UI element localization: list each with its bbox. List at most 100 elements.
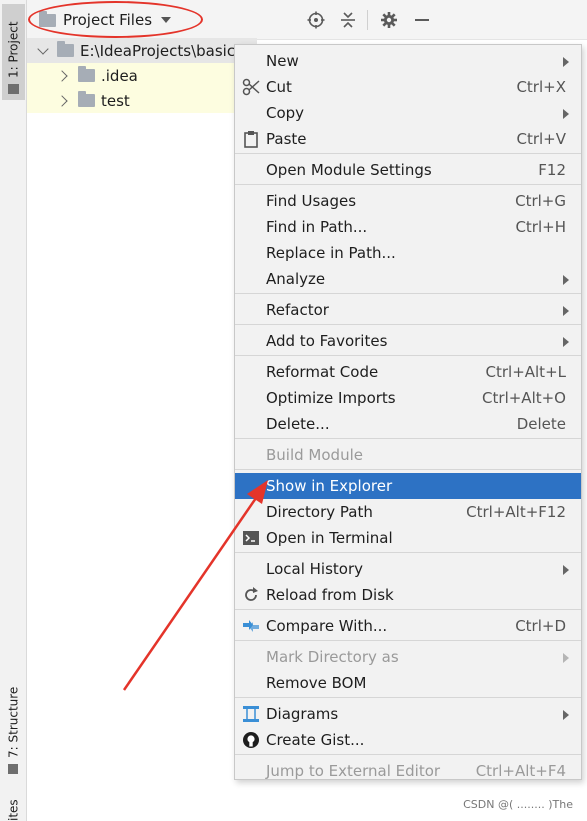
menu-item-shortcut: Ctrl+V <box>516 130 566 148</box>
menu-item-shortcut: Ctrl+X <box>516 78 566 96</box>
folder-icon <box>57 41 74 57</box>
project-view-header: Project Files <box>27 0 587 40</box>
menu-item-label: Find Usages <box>266 192 357 210</box>
menu-item-replace-in-path[interactable]: Replace in Path... <box>235 240 581 266</box>
scissors-icon <box>241 77 261 97</box>
menu-item-label: Optimize Imports <box>266 389 396 407</box>
menu-item-directory-path[interactable]: Directory Path Ctrl+Alt+F12 <box>235 499 581 525</box>
menu-item-label: Reload from Disk <box>266 586 394 604</box>
menu-item-reload-from-disk[interactable]: Reload from Disk <box>235 582 581 608</box>
menu-item-label: Replace in Path... <box>266 244 396 262</box>
github-icon <box>241 730 261 750</box>
menu-item-label: Jump to External Editor <box>266 762 441 780</box>
menu-item-shortcut: Ctrl+Alt+F12 <box>466 503 566 521</box>
menu-item-remove-bom[interactable]: Remove BOM <box>235 670 581 696</box>
menu-item-optimize-imports[interactable]: Optimize Imports Ctrl+Alt+O <box>235 385 581 411</box>
menu-item-delete[interactable]: Delete... Delete <box>235 411 581 437</box>
menu-item-label: Refactor <box>266 301 329 319</box>
menu-item-analyze[interactable]: Analyze <box>235 266 581 292</box>
submenu-arrow-icon <box>563 109 569 119</box>
menu-item-cut[interactable]: Cut Ctrl+X <box>235 74 581 100</box>
menu-item-label: Paste <box>266 130 307 148</box>
menu-item-diagrams[interactable]: Diagrams <box>235 701 581 727</box>
favorites-tab-label: ites <box>6 799 21 821</box>
compare-icon <box>241 616 261 636</box>
annotation-ellipse <box>28 1 203 38</box>
menu-item-label: Add to Favorites <box>266 332 388 350</box>
menu-item-shortcut: Ctrl+D <box>515 617 566 635</box>
chevron-right-icon[interactable] <box>56 69 68 82</box>
menu-item-label: Diagrams <box>266 705 339 723</box>
menu-item-label: Find in Path... <box>266 218 368 236</box>
menu-item-mark-directory-as: Mark Directory as <box>235 644 581 670</box>
menu-item-find-usages[interactable]: Find Usages Ctrl+G <box>235 188 581 214</box>
menu-item-new[interactable]: New <box>235 48 581 74</box>
terminal-icon <box>241 528 261 548</box>
menu-item-open-module-settings[interactable]: Open Module Settings F12 <box>235 157 581 183</box>
menu-item-label: Reformat Code <box>266 363 379 381</box>
favorites-tool-tab[interactable]: ites <box>2 790 25 821</box>
menu-item-label: Directory Path <box>266 503 373 521</box>
menu-item-open-in-terminal[interactable]: Open in Terminal <box>235 525 581 551</box>
collapse-icon[interactable] <box>338 10 358 30</box>
menu-item-shortcut: Ctrl+Alt+L <box>485 363 567 381</box>
menu-item-label: Open Module Settings <box>266 161 432 179</box>
reload-icon <box>241 585 261 605</box>
structure-tab-label: 7: Structure <box>6 686 21 758</box>
menu-item-add-to-favorites[interactable]: Add to Favorites <box>235 328 581 354</box>
project-tool-tab[interactable]: 1: Project <box>2 4 25 100</box>
target-icon[interactable] <box>306 10 326 30</box>
clipboard-icon <box>241 129 261 149</box>
menu-item-refactor[interactable]: Refactor <box>235 297 581 323</box>
menu-item-build-module: Build Module <box>235 442 581 468</box>
menu-item-label: Build Module <box>266 446 363 464</box>
submenu-arrow-icon <box>563 306 569 316</box>
chevron-right-icon[interactable] <box>56 94 68 107</box>
menu-item-local-history[interactable]: Local History <box>235 556 581 582</box>
menu-item-label: Cut <box>266 78 292 96</box>
menu-item-label: Analyze <box>266 270 326 288</box>
menu-item-shortcut: Ctrl+H <box>515 218 566 236</box>
tree-node-root[interactable]: E:\IdeaProjects\basic- <box>27 38 257 63</box>
menu-item-label: Remove BOM <box>266 674 367 692</box>
tree-node-test[interactable]: test <box>27 88 257 113</box>
tree-node-idea[interactable]: .idea <box>27 63 257 88</box>
menu-item-shortcut: Ctrl+G <box>515 192 566 210</box>
left-tool-stripe: 1: Project 7: Structure ites <box>0 0 27 821</box>
submenu-arrow-icon <box>563 653 569 663</box>
menu-item-label: Create Gist... <box>266 731 365 749</box>
menu-item-label: Copy <box>266 104 305 122</box>
menu-item-label: Delete... <box>266 415 330 433</box>
project-tab-label: 1: Project <box>6 21 21 78</box>
folder-icon <box>78 66 95 82</box>
chevron-down-icon[interactable] <box>37 42 49 55</box>
context-menu: New Cut Ctrl+X Copy Paste Ctrl+V Open Module S… <box>234 44 582 780</box>
menu-item-reformat-code[interactable]: Reformat Code Ctrl+Alt+L <box>235 359 581 385</box>
structure-tool-tab[interactable]: 7: Structure <box>2 660 25 780</box>
submenu-arrow-icon <box>563 710 569 720</box>
tree-node-label: .idea <box>101 66 138 85</box>
menu-item-show-in-explorer[interactable]: Show in Explorer <box>235 473 581 499</box>
watermark: CSDN @( ........ )The <box>463 798 573 811</box>
menu-item-label: Mark Directory as <box>266 648 399 666</box>
submenu-arrow-icon <box>563 57 569 67</box>
tree-node-label: E:\IdeaProjects\basic- <box>80 41 241 60</box>
gear-icon[interactable] <box>379 10 399 30</box>
folder-icon <box>8 84 19 94</box>
menu-item-shortcut: Ctrl+Alt+O <box>482 389 566 407</box>
tree-node-label: test <box>101 91 130 110</box>
menu-item-paste[interactable]: Paste Ctrl+V <box>235 126 581 152</box>
menu-item-label: Local History <box>266 560 364 578</box>
menu-item-label: Show in Explorer <box>266 477 393 495</box>
menu-item-find-in-path[interactable]: Find in Path... Ctrl+H <box>235 214 581 240</box>
minimize-icon[interactable] <box>412 10 432 30</box>
submenu-arrow-icon <box>563 565 569 575</box>
menu-item-create-gist[interactable]: Create Gist... <box>235 727 581 753</box>
submenu-arrow-icon <box>563 337 569 347</box>
menu-item-label: New <box>266 52 299 70</box>
menu-item-compare-with[interactable]: Compare With... Ctrl+D <box>235 613 581 639</box>
menu-item-shortcut: F12 <box>538 161 566 179</box>
menu-item-copy[interactable]: Copy <box>235 100 581 126</box>
submenu-arrow-icon <box>563 275 569 285</box>
menu-item-label: Compare With... <box>266 617 388 635</box>
